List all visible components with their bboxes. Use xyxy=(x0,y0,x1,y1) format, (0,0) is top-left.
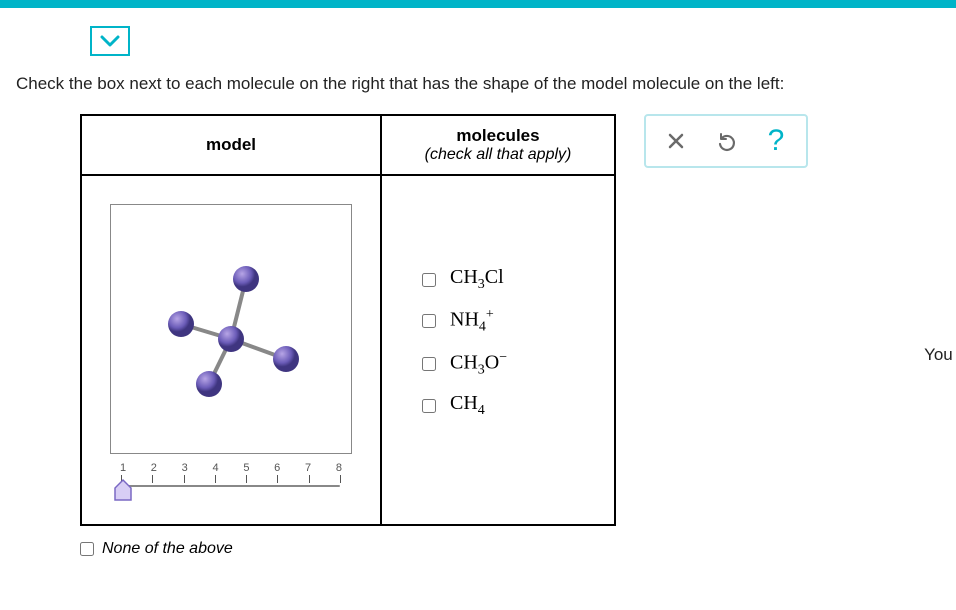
answer-controls-panel: ? xyxy=(644,114,808,168)
molecule-formula: NH4+ xyxy=(450,307,494,336)
molecules-header-title: molecules xyxy=(386,126,610,146)
chevron-down-icon xyxy=(100,34,120,48)
molecule-formula: CH3Cl xyxy=(450,266,504,293)
molecule-checkbox[interactable] xyxy=(422,357,436,371)
slider-tick-marks xyxy=(110,475,352,483)
molecule-option-ch3cl[interactable]: CH3Cl xyxy=(422,266,604,293)
molecule-checkbox[interactable] xyxy=(422,273,436,287)
none-of-above-option[interactable]: None of the above xyxy=(80,540,616,558)
help-button[interactable]: ? xyxy=(752,125,800,157)
molecule-option-nh4plus[interactable]: NH4+ xyxy=(422,307,604,336)
molecule-3d-model xyxy=(151,254,311,404)
clipped-side-text: You c xyxy=(924,345,956,365)
model-3d-viewer[interactable] xyxy=(110,204,352,454)
tick-label: 8 xyxy=(334,462,344,474)
clear-button[interactable] xyxy=(652,125,700,157)
zoom-slider[interactable]: 1 2 3 4 5 6 7 8 xyxy=(110,462,352,512)
instruction-text: Check the box next to each molecule on t… xyxy=(16,74,940,94)
tick-label: 5 xyxy=(241,462,251,474)
molecule-checkbox[interactable] xyxy=(422,399,436,413)
tick-label: 6 xyxy=(272,462,282,474)
slider-track xyxy=(122,485,340,487)
reset-button[interactable] xyxy=(702,125,750,157)
molecules-cell: CH3Cl NH4+ CH3O− CH4 xyxy=(381,175,615,525)
collapse-toggle[interactable] xyxy=(90,26,130,56)
tick-label: 4 xyxy=(211,462,221,474)
header-bar: Identifying a molecule with one central … xyxy=(0,0,956,8)
slider-handle-icon[interactable] xyxy=(112,478,134,504)
molecules-column-header: molecules (check all that apply) xyxy=(381,115,615,175)
molecule-option-ch4[interactable]: CH4 xyxy=(422,392,604,419)
none-checkbox[interactable] xyxy=(80,542,94,556)
slider-tick-labels: 1 2 3 4 5 6 7 8 xyxy=(110,462,352,474)
tick-label: 3 xyxy=(180,462,190,474)
model-cell: 1 2 3 4 5 6 7 8 xyxy=(81,175,381,525)
molecule-formula: CH3O− xyxy=(450,350,507,379)
molecules-header-subtitle: (check all that apply) xyxy=(386,146,610,164)
model-column-header: model xyxy=(81,115,381,175)
molecule-option-ch3ominus[interactable]: CH3O− xyxy=(422,350,604,379)
tick-label: 1 xyxy=(118,462,128,474)
help-icon: ? xyxy=(768,124,785,158)
molecule-checkbox[interactable] xyxy=(422,314,436,328)
none-label: None of the above xyxy=(102,540,233,558)
undo-icon xyxy=(715,130,737,152)
molecule-table: model molecules (check all that apply) xyxy=(80,114,616,526)
close-icon xyxy=(666,131,686,151)
molecule-formula: CH4 xyxy=(450,392,485,419)
tick-label: 2 xyxy=(149,462,159,474)
tick-label: 7 xyxy=(303,462,313,474)
